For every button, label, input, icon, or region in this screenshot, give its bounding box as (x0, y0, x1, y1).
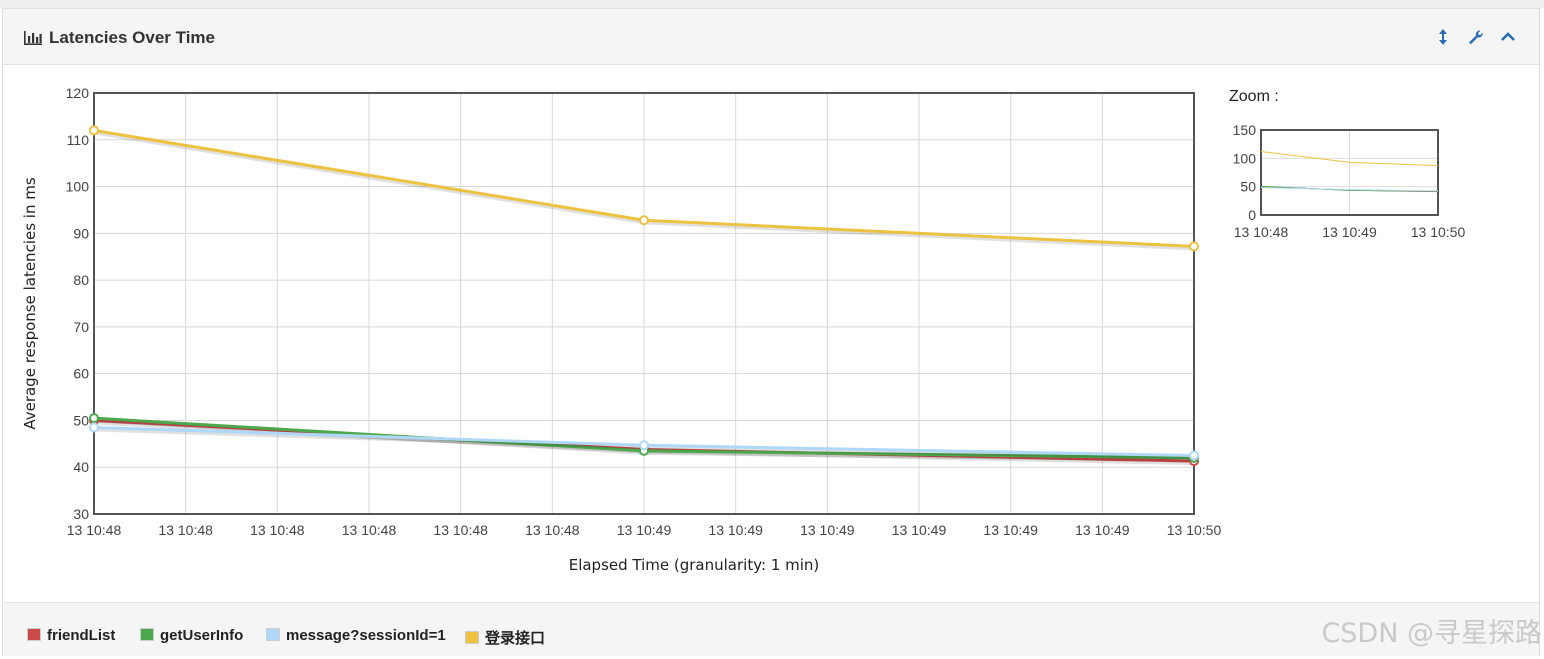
zoom-y-tick-label: 50 (1240, 179, 1256, 195)
y-axis-label: Average response latencies in ms (21, 177, 39, 430)
legend-item-friendlist[interactable]: friendList (27, 627, 115, 645)
x-tick-label: 13 10:48 (433, 522, 488, 538)
data-point (89, 125, 99, 136)
chart-legend: friendList getUserInfo message?sessionId… (3, 602, 1539, 656)
latencies-panel: Latencies Over Time 30 40 50 60 70 80 90 100 110… (2, 8, 1540, 656)
x-tick-label: 13 10:49 (892, 522, 947, 538)
zoom-x-tick-label: 13 10:50 (1411, 224, 1466, 240)
x-tick-label: 13 10:49 (800, 522, 855, 538)
x-tick-label: 13 10:49 (708, 522, 763, 538)
data-point (89, 422, 99, 433)
zoom-label: Zoom : (1229, 88, 1279, 105)
x-tick-label: 13 10:48 (525, 522, 580, 538)
legend-item-message[interactable]: message?sessionId=1 (266, 627, 446, 645)
legend-item-getuserinfo[interactable]: getUserInfo (140, 627, 243, 645)
y-tick-label: 100 (66, 179, 90, 195)
y-tick-label: 70 (73, 319, 89, 335)
legend-label: message?sessionId=1 (286, 627, 446, 644)
x-tick-label: 13 10:49 (1075, 522, 1130, 538)
data-point (639, 215, 649, 226)
x-tick-label: 13 10:49 (617, 522, 672, 538)
legend-label: getUserInfo (160, 627, 244, 644)
watermark: CSDN @寻星探路 (1321, 618, 1542, 649)
legend-swatch (465, 631, 479, 644)
x-tick-label: 13 10:50 (1167, 522, 1222, 538)
zoom-y-tick-label: 0 (1248, 207, 1256, 223)
y-tick-label: 40 (73, 459, 89, 475)
data-point (89, 413, 99, 424)
legend-label: 登录接口 (485, 630, 546, 647)
y-tick-label: 120 (66, 85, 90, 101)
x-tick-label: 13 10:48 (158, 522, 213, 538)
y-tick-label: 80 (73, 272, 89, 288)
x-axis-label: Elapsed Time (granularity: 1 min) (569, 556, 820, 574)
y-tick-label: 110 (67, 132, 90, 148)
legend-label: friendList (47, 627, 116, 644)
x-tick-label: 13 10:48 (250, 522, 305, 538)
x-tick-label: 13 10:48 (67, 522, 122, 538)
zoom-x-tick-label: 13 10:49 (1322, 224, 1377, 240)
data-point (639, 440, 649, 451)
legend-swatch (140, 628, 154, 641)
legend-swatch (266, 628, 280, 641)
legend-swatch (27, 628, 41, 641)
data-point (1189, 450, 1199, 461)
y-tick-label: 50 (73, 412, 89, 428)
x-tick-label: 13 10:49 (983, 522, 1038, 538)
y-tick-label: 90 (73, 225, 89, 241)
zoom-y-tick-label: 150 (1233, 122, 1257, 138)
legend-item-login[interactable]: 登录接口 (465, 627, 546, 647)
top-strip (0, 0, 1544, 8)
latency-line-chart: 30 40 50 60 70 80 90 100 110 120 13 10:48 13 10:48 1… (21, 85, 1466, 574)
y-tick-label: 30 (73, 506, 89, 522)
zoom-x-tick-label: 13 10:48 (1234, 224, 1289, 240)
data-point (1189, 241, 1199, 252)
y-tick-label: 60 (73, 366, 89, 382)
x-tick-label: 13 10:48 (342, 522, 397, 538)
zoom-y-tick-label: 100 (1233, 150, 1257, 166)
